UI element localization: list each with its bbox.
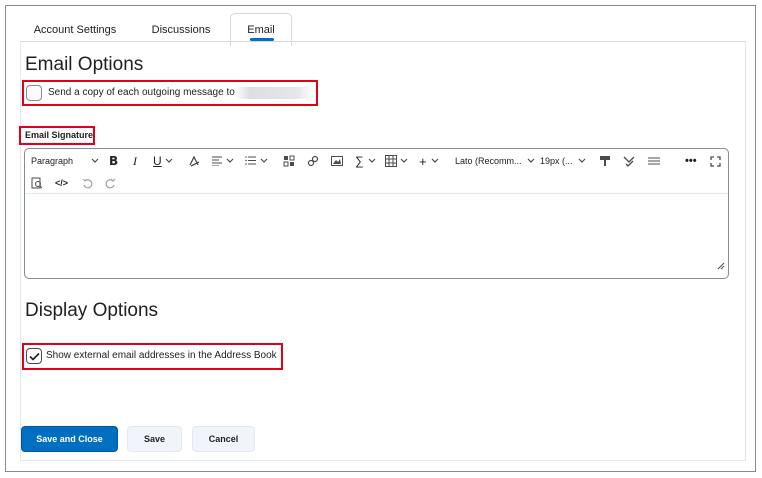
checkmark-icon [28,352,40,361]
show-external-checkbox[interactable] [26,348,42,364]
redacted-email [234,87,314,99]
undo-icon[interactable] [82,172,93,194]
font-size-select[interactable]: 19px (... [540,150,586,172]
font-family-select[interactable]: Lato (Recomm... [455,150,535,172]
chevron-down-icon [260,158,268,163]
display-options-heading: Display Options [25,300,159,321]
equation-icon[interactable]: ∑ [355,150,376,172]
format-painter-icon[interactable] [599,150,611,172]
show-external-label: Show external email addresses in the Add… [46,350,277,361]
accessibility-check-icon[interactable] [623,150,635,172]
settings-frame: Account Settings Discussions Email Email… [5,5,756,472]
send-copy-label: Send a copy of each outgoing message to [48,87,235,98]
chevron-down-icon [368,158,375,163]
chevron-down-icon [527,158,534,163]
preview-icon[interactable] [31,172,43,194]
chevron-down-icon [578,158,585,163]
insert-stuff-icon[interactable] [283,150,295,172]
chevron-down-icon [400,158,408,163]
chevron-down-icon [431,158,439,163]
list-icon[interactable] [245,150,268,172]
chevron-down-icon [226,158,234,163]
bold-icon[interactable]: B [109,150,118,172]
tab-bar: Account Settings Discussions Email [20,10,740,46]
font-size-label: 19px (... [540,156,573,166]
image-icon[interactable] [331,150,343,172]
table-icon[interactable] [385,150,408,172]
source-code-icon[interactable]: </> [55,172,68,194]
chevron-down-icon [165,158,173,163]
paragraph-select[interactable]: Paragraph [31,150,99,172]
align-icon[interactable] [211,150,234,172]
editor-toolbar: Paragraph B I U ∑ + Lato (Recomm... 19px… [25,149,728,173]
text-color-icon[interactable] [188,150,200,172]
email-signature-label: Email Signature [25,130,94,140]
redo-icon[interactable] [105,172,116,194]
save-button[interactable]: Save [127,426,182,452]
resize-handle-icon[interactable] [717,257,725,275]
chevron-down-icon [91,158,99,163]
email-options-heading: Email Options [25,54,144,75]
signature-editor[interactable]: Paragraph B I U ∑ + Lato (Recomm... 19px… [24,148,729,279]
paragraph-label: Paragraph [31,156,74,166]
insert-plus-icon[interactable]: + [419,150,439,172]
send-copy-checkbox[interactable] [26,85,42,101]
save-and-close-button[interactable]: Save and Close [21,426,118,452]
link-icon[interactable] [307,150,319,172]
fullscreen-icon[interactable] [710,150,721,172]
more-actions-icon[interactable]: ••• [685,150,697,172]
editor-toolbar-divider [25,193,728,194]
word-count-icon[interactable] [647,150,661,172]
italic-icon[interactable]: I [133,150,137,172]
underline-icon[interactable]: U [153,150,173,172]
cancel-button[interactable]: Cancel [192,426,255,452]
editor-toolbar-row2: </> [25,173,728,193]
font-family-label: Lato (Recomm... [455,156,522,166]
